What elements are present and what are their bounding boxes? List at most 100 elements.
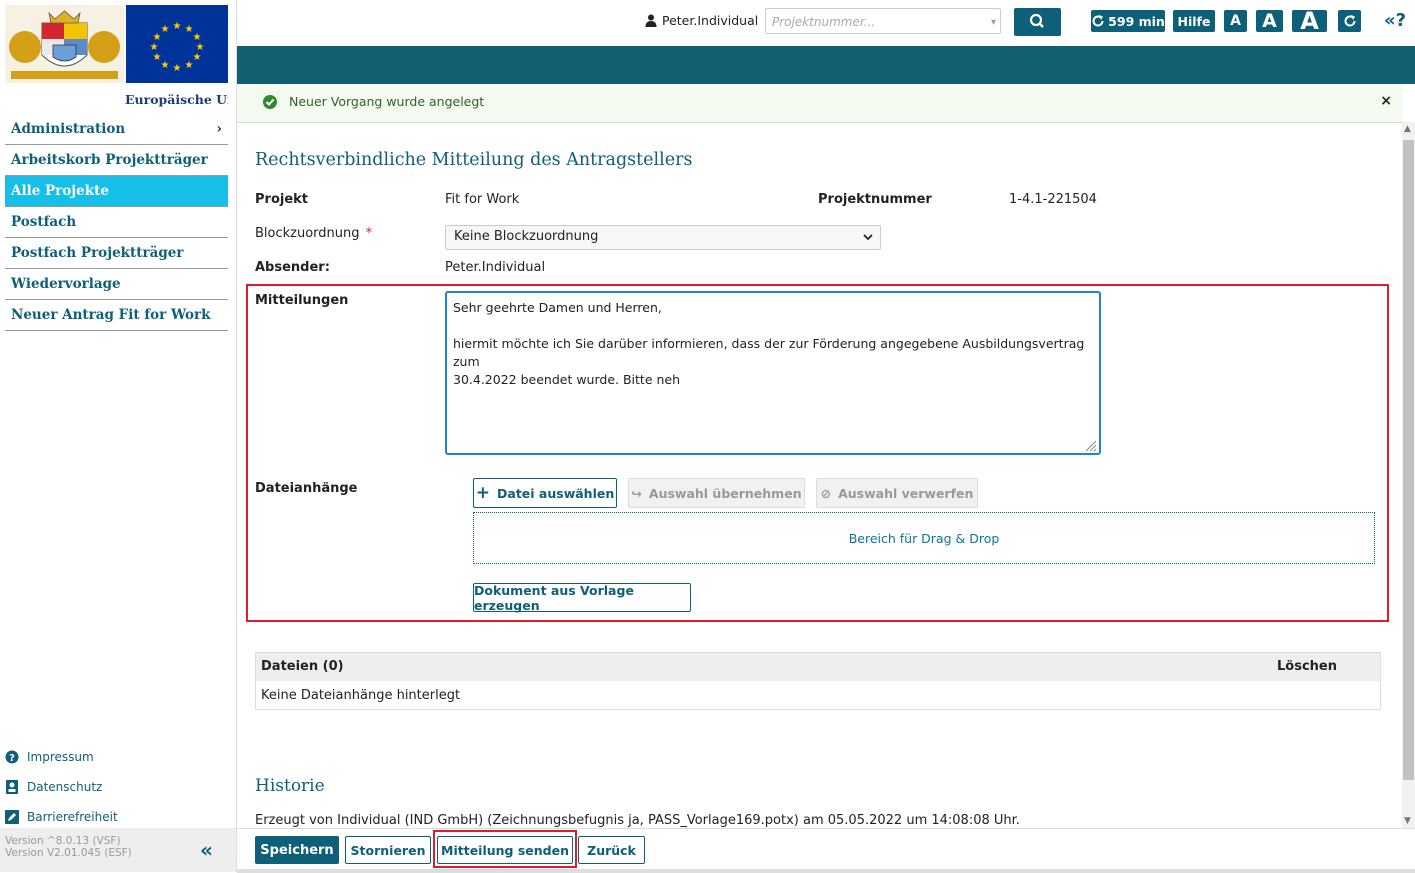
expand-help-icon[interactable]: «? <box>1384 10 1406 31</box>
sidebar-item-postfach[interactable]: Postfach <box>5 207 228 238</box>
dropzone-label: Bereich für Drag & Drop <box>848 530 1000 546</box>
header-banner <box>237 46 1415 84</box>
svg-text:★: ★ <box>153 52 162 63</box>
save-button[interactable]: Speichern <box>255 836 339 864</box>
blockzuordnung-label: Blockzuordnung * <box>255 226 372 241</box>
svg-text:★: ★ <box>185 60 194 71</box>
blockzuordnung-select[interactable]: Keine Blockzuordnung <box>445 225 881 250</box>
drag-drop-zone[interactable]: Bereich für Drag & Drop <box>473 512 1375 564</box>
attachments-label: Dateianhänge <box>255 481 358 496</box>
absender-label: Absender: <box>255 260 330 275</box>
svg-text:★: ★ <box>161 60 170 71</box>
create-from-template-button[interactable]: Dokument aus Vorlage erzeugen <box>473 583 691 613</box>
version-line-2: Version V2.01.045 (ESF) <box>5 847 132 859</box>
datenschutz-link[interactable]: Datenschutz <box>5 772 228 802</box>
choose-file-button[interactable]: + Datei auswählen <box>473 478 617 508</box>
sidebar-item-arbeitskorb[interactable]: Arbeitskorb Projektträger <box>5 145 228 176</box>
close-icon[interactable]: × <box>1380 93 1392 109</box>
sidebar-item-alle-projekte[interactable]: Alle Projekte <box>5 176 228 207</box>
sidebar-item-postfach-projekttraeger[interactable]: Postfach Projektträger <box>5 238 228 269</box>
share-icon: ↪ <box>631 485 642 501</box>
user-info[interactable]: Peter.Individual <box>645 13 758 28</box>
font-size-large-button[interactable]: A <box>1292 7 1327 35</box>
sidebar-item-administration[interactable]: Administration › <box>5 114 228 145</box>
projektnummer-label: Projektnummer <box>818 192 932 207</box>
font-size-medium-button[interactable]: A <box>1256 10 1283 32</box>
resize-handle-icon[interactable] <box>1083 438 1097 452</box>
username: Peter.Individual <box>662 13 759 28</box>
svg-text:★: ★ <box>161 24 170 35</box>
search-icon <box>1029 13 1044 28</box>
success-message: Neuer Vorgang wurde angelegt <box>289 94 485 109</box>
discard-selection-button[interactable]: ⊘ Auswahl verwerfen <box>816 478 978 508</box>
send-message-button[interactable]: Mitteilung senden <box>437 836 573 864</box>
impressum-label: Impressum <box>27 750 94 764</box>
datenschutz-label: Datenschutz <box>27 780 103 794</box>
scroll-up-icon[interactable]: ▲ <box>1404 124 1411 134</box>
blockzuordnung-value: Keine Blockzuordnung <box>454 229 599 244</box>
files-column-header: Dateien (0) <box>261 659 344 674</box>
required-marker: * <box>365 226 373 241</box>
session-timer-button[interactable]: 599 min <box>1091 10 1165 32</box>
sidebar-item-neuer-antrag[interactable]: Neuer Antrag Fit for Work <box>5 300 228 331</box>
accept-selection-button[interactable]: ↪ Auswahl übernehmen <box>628 478 805 508</box>
delete-column-header: Löschen <box>1277 659 1337 674</box>
footer-bottom-bar <box>237 869 1415 873</box>
projektnummer-value: 1-4.1-221504 <box>1009 192 1097 207</box>
absender-value: Peter.Individual <box>445 260 546 275</box>
timer-label: 599 min <box>1108 13 1165 29</box>
svg-text:★: ★ <box>193 52 202 63</box>
check-circle-icon <box>263 95 277 109</box>
files-table: Dateien (0) Löschen Keine Dateianhänge h… <box>255 652 1381 710</box>
choose-file-label: Datei auswählen <box>497 485 615 501</box>
version-line-1: Version ^8.0.13 (VSF) <box>5 835 121 847</box>
search-button[interactable] <box>1014 8 1061 36</box>
bavaria-coat-of-arms-logo <box>5 5 124 83</box>
cancel-button[interactable]: Stornieren <box>345 836 431 864</box>
svg-text:?: ? <box>9 753 15 764</box>
impressum-link[interactable]: ? Impressum <box>5 742 228 772</box>
logo-area: ★ ★ ★ ★ ★ ★ ★ ★ ★ ★ ★ ★ <box>5 5 228 83</box>
main-content: Rechtsverbindliche Mitteilung des Antrag… <box>237 122 1402 828</box>
discard-selection-label: Auswahl verwerfen <box>838 485 974 501</box>
message-textarea[interactable]: Sehr geehrte Damen und Herren, hiermit m… <box>445 291 1101 455</box>
back-button[interactable]: Zurück <box>578 836 645 864</box>
sidebar-item-wiedervorlage[interactable]: Wiedervorlage <box>5 269 228 300</box>
collapse-sidebar-icon[interactable]: « <box>200 838 213 862</box>
history-entry: Erzeugt von Individual (IND GmbH) (Zeich… <box>255 813 1020 828</box>
scroll-thumb[interactable] <box>1403 140 1414 780</box>
sidebar-item-label: Neuer Antrag Fit for Work <box>11 307 211 323</box>
sidebar-item-label: Postfach <box>11 214 77 230</box>
sidebar-item-label: Postfach Projektträger <box>11 245 184 261</box>
history-title: Historie <box>255 776 325 796</box>
search-placeholder: Projektnummer... <box>772 15 876 29</box>
sidebar-nav: Administration › Arbeitskorb Projektträg… <box>5 114 228 331</box>
files-empty-message: Keine Dateianhänge hinterlegt <box>261 688 461 703</box>
projekt-value: Fit for Work <box>445 192 520 207</box>
footer-links: ? Impressum Datenschutz Barrierefreiheit <box>5 742 228 832</box>
sidebar: ★★★ ★★★ ★★★ ★★★ Europäische Union Admini… <box>0 0 237 872</box>
accept-selection-label: Auswahl übernehmen <box>648 485 802 501</box>
sidebar-item-label: Administration <box>11 121 126 137</box>
ban-icon: ⊘ <box>820 485 832 501</box>
help-button[interactable]: Hilfe <box>1173 10 1215 32</box>
question-circle-icon: ? <box>5 750 19 764</box>
chevron-right-icon: › <box>216 121 222 137</box>
sidebar-item-label: Arbeitskorb Projektträger <box>11 152 208 168</box>
font-size-small-button[interactable]: A <box>1224 10 1247 32</box>
reload-button[interactable] <box>1338 10 1361 32</box>
eu-flag-logo: ★ ★ ★ ★ ★ ★ ★ ★ ★ ★ ★ ★ <box>126 5 228 83</box>
scroll-down-icon[interactable]: ▼ <box>1404 816 1411 826</box>
sidebar-item-label: Alle Projekte <box>11 183 109 199</box>
user-icon <box>645 14 657 27</box>
refresh-icon <box>1344 15 1355 27</box>
projekt-label: Projekt <box>255 192 309 207</box>
blockzuordnung-label-text: Blockzuordnung <box>255 226 360 241</box>
main-scrollbar[interactable]: ▲ ▼ <box>1402 122 1415 828</box>
svg-text:★: ★ <box>173 63 182 74</box>
page-title: Rechtsverbindliche Mitteilung des Antrag… <box>255 150 693 170</box>
project-number-search-input[interactable]: Projektnummer... ▾ <box>765 8 1001 34</box>
mitteilungen-label: Mitteilungen <box>255 293 349 308</box>
plus-icon: + <box>475 483 491 503</box>
action-footer: Speichern Stornieren Mitteilung senden Z… <box>237 828 1415 873</box>
